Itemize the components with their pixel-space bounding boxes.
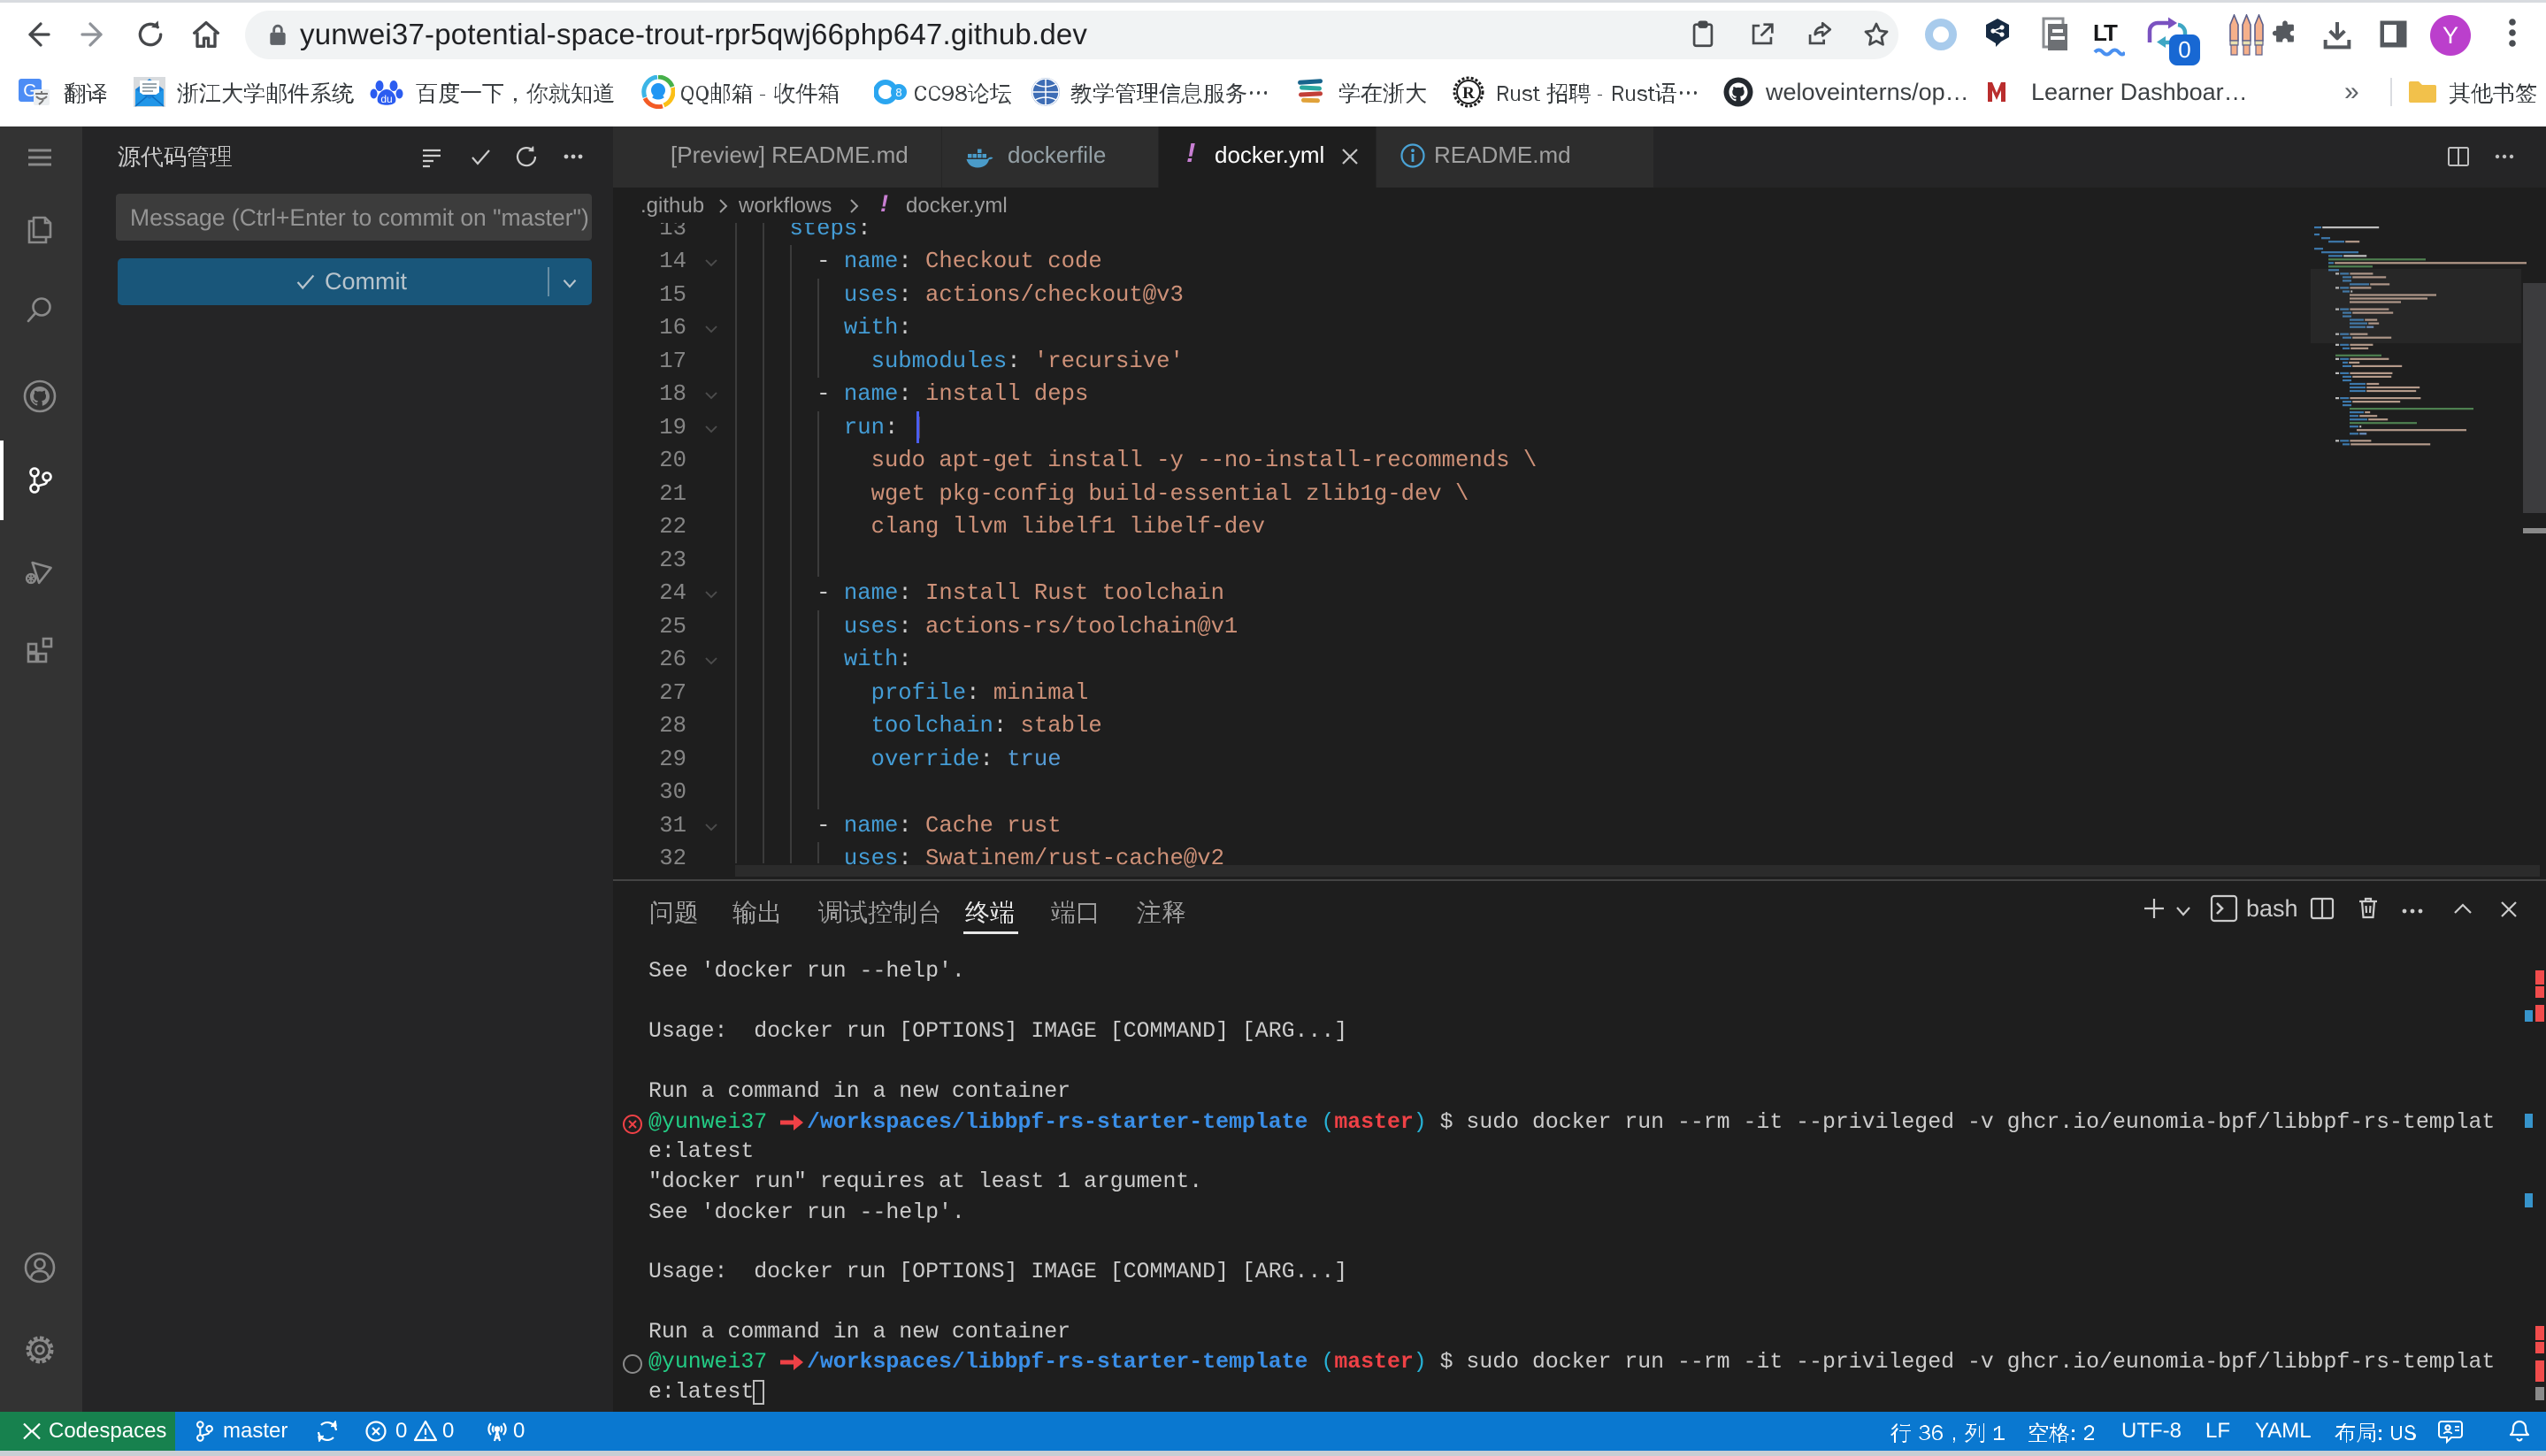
svg-text:du: du — [380, 93, 392, 105]
svg-text:R: R — [1462, 84, 1475, 103]
svg-text:8: 8 — [895, 86, 901, 99]
